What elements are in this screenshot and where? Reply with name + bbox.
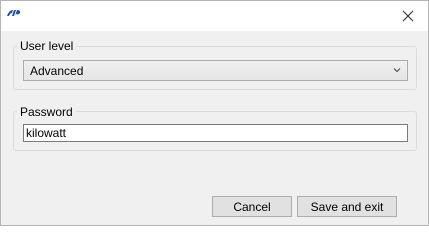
user-level-select[interactable]: Advanced — [23, 60, 408, 81]
password-label: Password — [17, 105, 76, 119]
title-bar — [1, 1, 428, 31]
chevron-down-icon — [393, 68, 401, 73]
user-level-selected-value: Advanced — [30, 63, 84, 78]
cancel-button[interactable]: Cancel — [212, 196, 292, 217]
close-icon — [402, 10, 414, 22]
password-input[interactable] — [23, 124, 408, 142]
dialog-window: User level Advanced Password Cancel Save… — [0, 0, 429, 226]
user-level-label: User level — [17, 39, 77, 53]
close-button[interactable] — [388, 1, 428, 31]
save-and-exit-button[interactable]: Save and exit — [297, 196, 397, 217]
app-logo-icon — [5, 7, 23, 19]
